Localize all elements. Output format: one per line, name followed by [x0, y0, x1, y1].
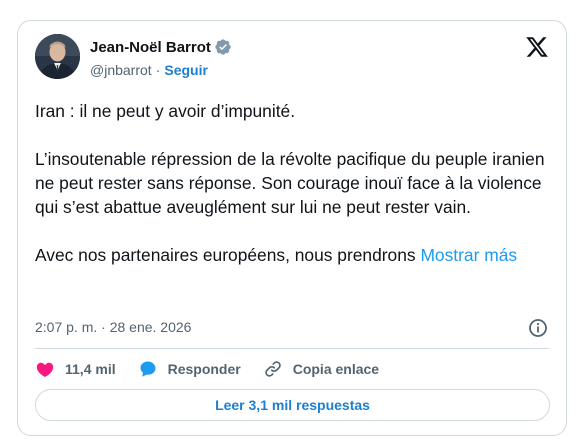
separator-dot: ·: [155, 62, 161, 78]
tweet-paragraph-last: Avec nos partenaires européens, nous pre…: [35, 243, 550, 267]
author-name-row: Jean-Noël Barrot: [90, 37, 232, 57]
tweet-paragraph: Iran : il ne peut y avoir d’impunité.: [35, 101, 296, 121]
author-handle[interactable]: @jnbarrot: [90, 62, 152, 78]
action-bar: 11,4 mil Responder Copia enlace: [35, 357, 401, 381]
copy-link-button[interactable]: Copia enlace: [263, 359, 379, 379]
tweet-timestamp[interactable]: 2:07 p. m. · 28 ene. 2026: [35, 319, 191, 335]
reply-button[interactable]: Responder: [138, 359, 241, 379]
speech-bubble-icon: [140, 361, 156, 377]
show-more-link[interactable]: Mostrar más: [420, 245, 517, 265]
tweet-text: Iran : il ne peut y avoir d’impunité. L’…: [35, 99, 550, 267]
read-replies-label: Leer 3,1 mil respuestas: [215, 397, 370, 413]
avatar[interactable]: [35, 34, 80, 79]
x-logo-icon[interactable]: [525, 35, 549, 59]
author-handle-row: @jnbarrot · Seguir: [90, 61, 208, 79]
like-count: 11,4 mil: [65, 361, 116, 377]
link-icon: [264, 361, 281, 377]
info-icon[interactable]: [528, 318, 548, 338]
tweet-paragraph-text: Avec nos partenaires européens, nous pre…: [35, 245, 416, 265]
copy-link-label: Copia enlace: [292, 361, 380, 377]
reply-label: Responder: [167, 361, 241, 377]
read-replies-button[interactable]: Leer 3,1 mil respuestas: [35, 389, 550, 421]
follow-link[interactable]: Seguir: [164, 62, 208, 78]
author-name[interactable]: Jean-Noël Barrot: [90, 39, 211, 56]
tweet-card: Jean-Noël Barrot @jnbarrot · Seguir Iran…: [17, 20, 567, 436]
tweet-paragraph: L’insoutenable répression de la révolte …: [35, 149, 545, 217]
divider: [35, 348, 549, 349]
like-button[interactable]: 11,4 mil: [35, 359, 116, 379]
heart-icon: [36, 362, 54, 377]
verified-badge-icon: [214, 38, 232, 56]
